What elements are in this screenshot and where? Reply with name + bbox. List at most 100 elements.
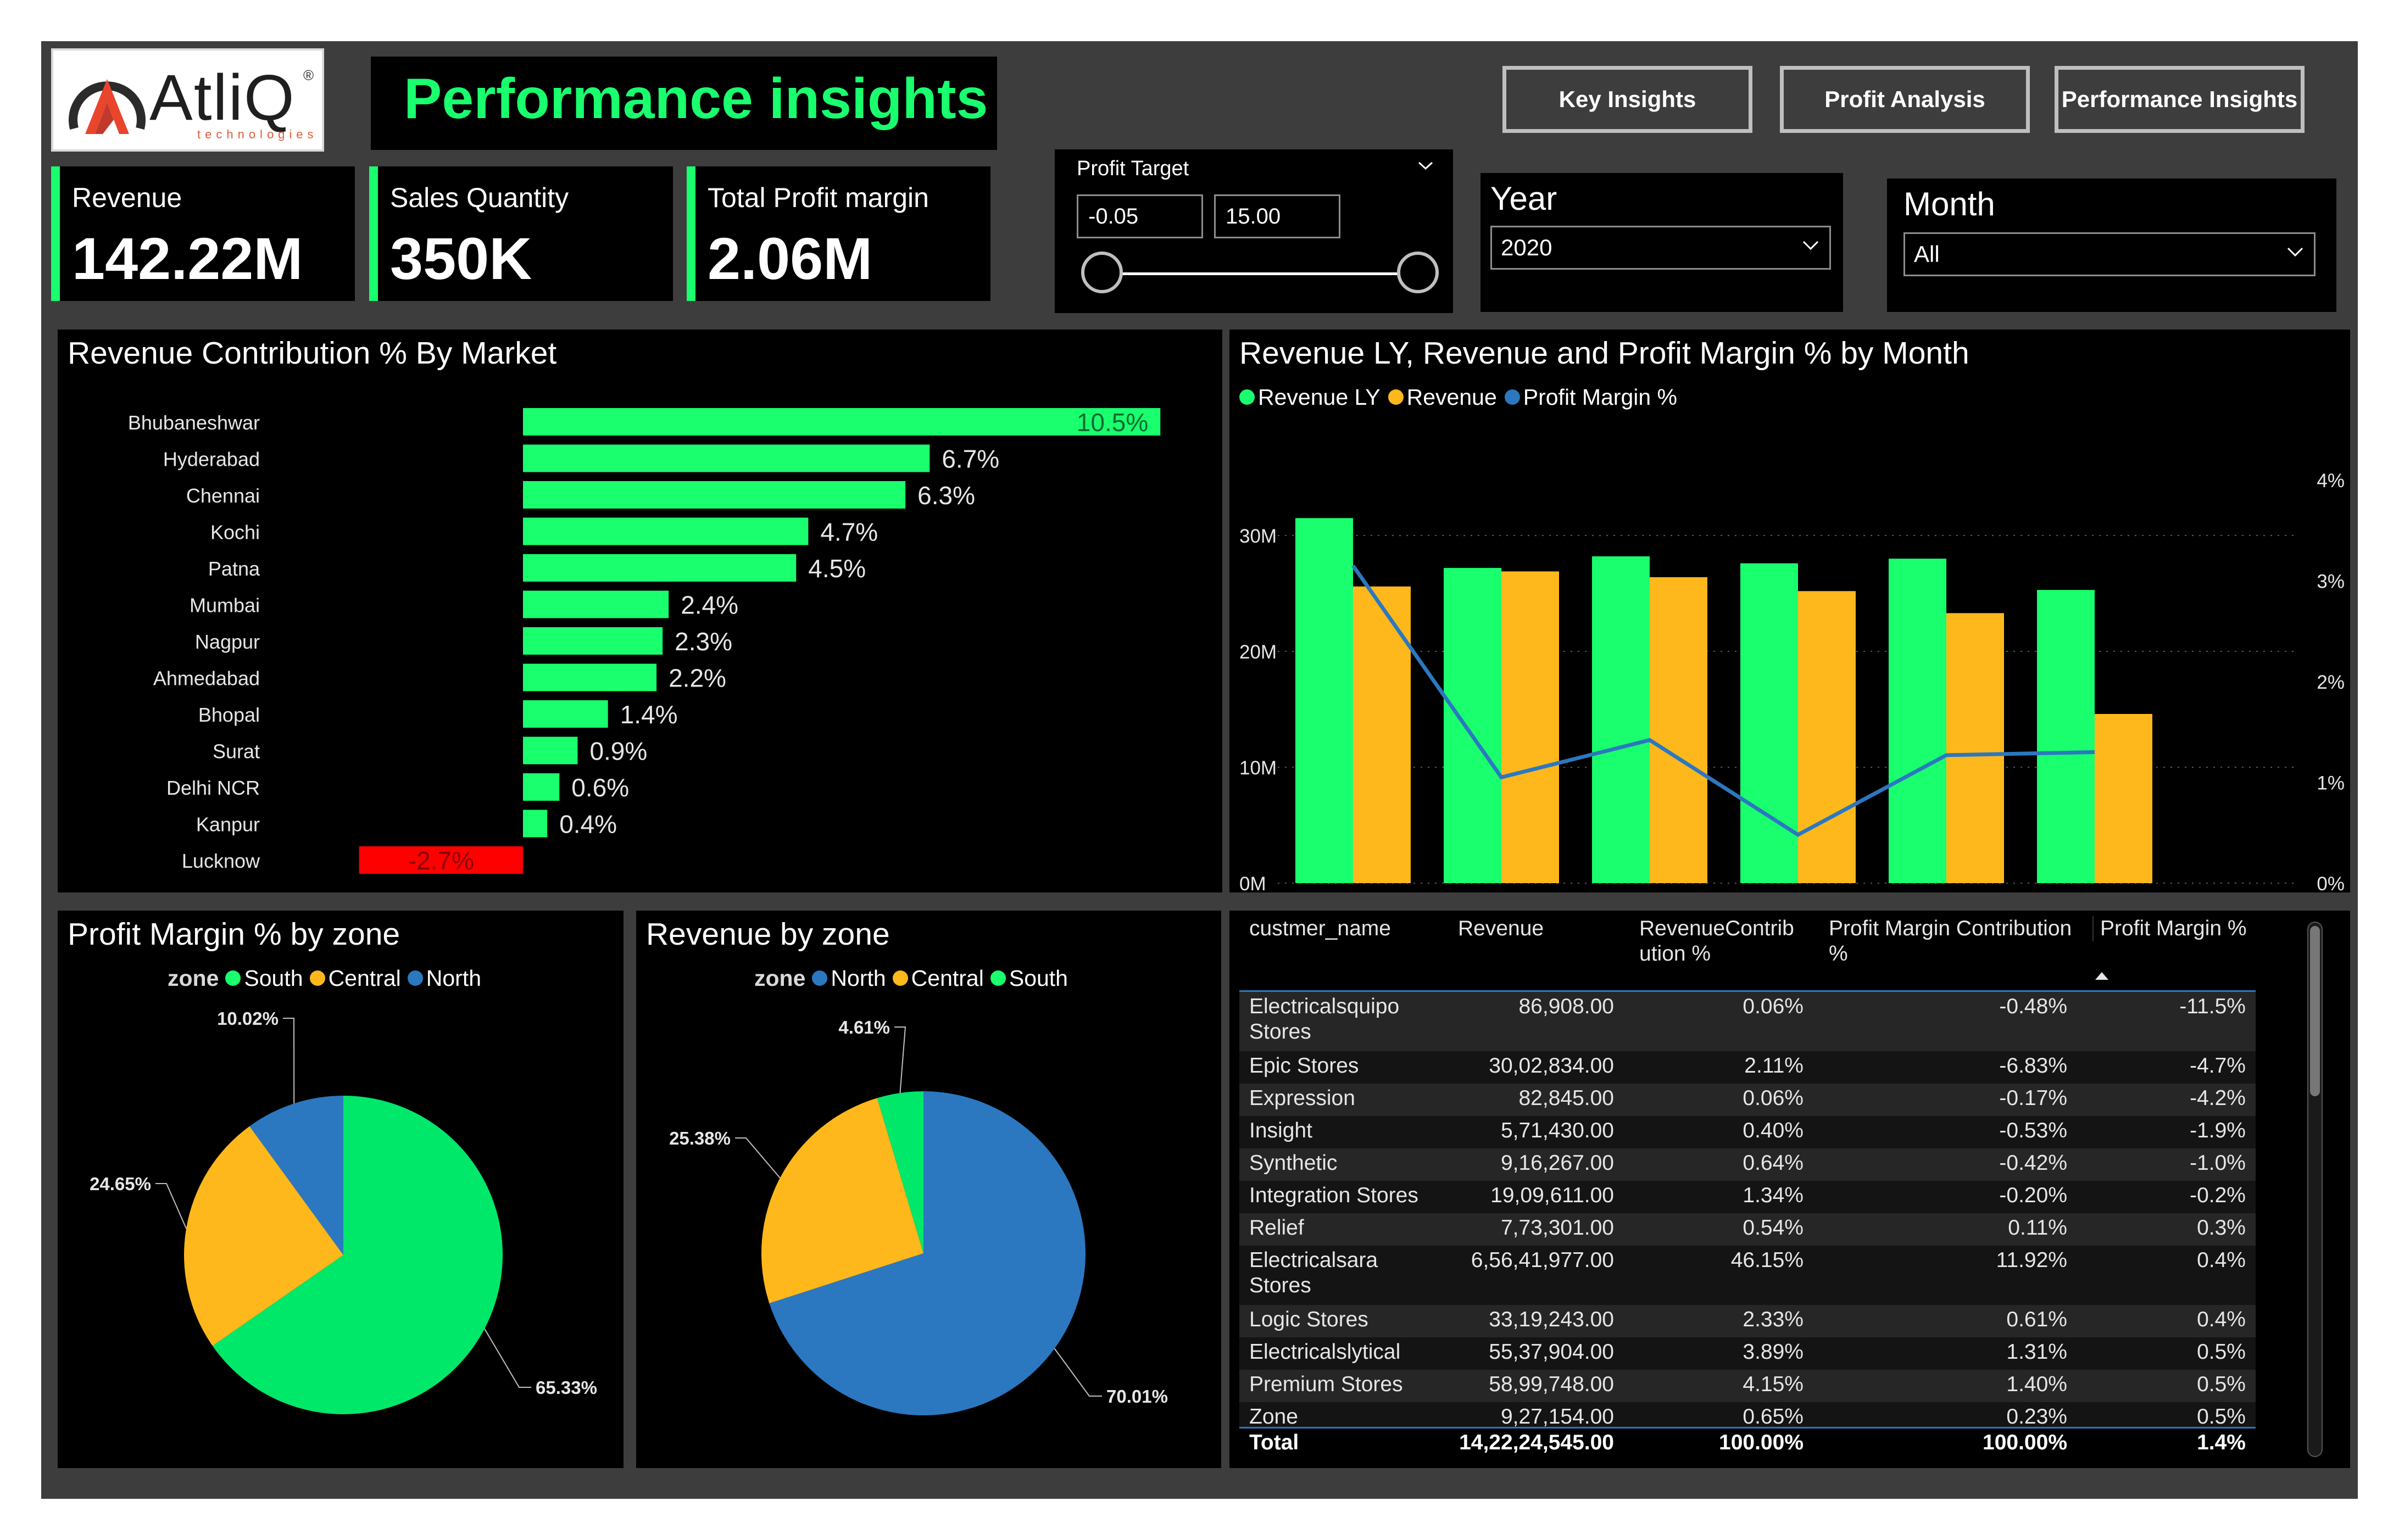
slider-handle-max[interactable] [1397, 252, 1439, 293]
total-cell: 14,22,24,545.00 [1459, 1431, 1614, 1454]
performance-insights-label: Performance Insights [2061, 86, 2298, 112]
table-cell: 0.5% [2197, 1372, 2246, 1396]
y2-tick-label: 1% [2317, 773, 2345, 794]
category-label: Kochi [210, 521, 260, 544]
table-row[interactable]: Epic Stores 30,02,834.00 2.11% -6.83% -4.7% [1239, 1051, 2256, 1084]
table-cell: Synthetic [1249, 1151, 1338, 1175]
table-cell: -1.9% [2190, 1119, 2246, 1142]
table-cell: -0.20% [1999, 1184, 2067, 1207]
data-label: 70.01% [1106, 1386, 1168, 1407]
table-cell: Electricalsara Stores [1249, 1248, 1378, 1297]
leader-line [484, 1328, 531, 1388]
sort-ascending-icon[interactable] [2094, 970, 2110, 981]
table-cell: Zone [1249, 1405, 1298, 1429]
table-cell: -1.0% [2190, 1151, 2246, 1175]
revenue-zone-chart: Revenue by zone zone North Central South… [636, 911, 1221, 1468]
slider-handle-min[interactable] [1081, 252, 1123, 293]
table-cell: 55,37,904.00 [1489, 1340, 1614, 1364]
profit-zone-chart: Profit Margin % by zone zone South Centr… [58, 911, 624, 1468]
table-cell: Expression [1249, 1086, 1355, 1110]
kpi-card-revenue: Revenue 142.22M [51, 166, 355, 301]
total-cell: Total [1249, 1431, 1299, 1454]
table-cell: -11.5% [2179, 995, 2246, 1018]
table-cell: 1.40% [2006, 1372, 2067, 1396]
table-row[interactable]: Electricalsquipo Stores 86,908.00 0.06% -0.… [1239, 992, 2256, 1051]
table-cell: 19,09,611.00 [1490, 1184, 1614, 1207]
bar [523, 481, 906, 509]
table-row[interactable]: Electricalslytical 55,37,904.00 3.89% 1.31%… [1239, 1337, 2256, 1370]
category-label: Kanpur [196, 813, 260, 836]
bar [523, 700, 608, 728]
table-cell: Electricalsquipo Stores [1249, 995, 1400, 1044]
y-tick-label: 10M [1239, 757, 1277, 779]
y-tick-label: 30M [1239, 526, 1277, 547]
table-scrollbar[interactable] [2307, 922, 2323, 1457]
dashboard-canvas: AtliQ ® technologies Performance insight… [41, 41, 2358, 1499]
market-contribution-chart: Revenue Contribution % By Market Bhubane… [58, 330, 1222, 892]
brand-sub: technologies [197, 127, 318, 141]
data-label: 4.5% [808, 554, 866, 583]
month-revenue-chart: Revenue LY, Revenue and Profit Margin % … [1229, 330, 2350, 892]
category-label: Ahmedabad [153, 667, 260, 690]
category-label: Nagpur [195, 630, 260, 653]
sort-triangle [2095, 972, 2108, 980]
table-cell: 9,27,154.00 [1500, 1405, 1614, 1429]
table-cell: 0.23% [2006, 1405, 2067, 1429]
profit-analysis-label: Profit Analysis [1824, 86, 1985, 112]
data-label: 10.02% [217, 1008, 279, 1029]
kpi-accent [687, 166, 695, 301]
year-dropdown[interactable]: 2020 [1490, 226, 1831, 270]
table-cell: 86,908.00 [1518, 995, 1614, 1018]
y-tick-label: 0M [1239, 873, 1266, 892]
customer-table: custmer_name Revenue RevenueContrib ution … [1239, 911, 2261, 1460]
data-label: 25.38% [669, 1128, 731, 1148]
profit-analysis-button[interactable]: Profit Analysis [1780, 66, 2030, 133]
key-insights-button[interactable]: Key Insights [1502, 66, 1752, 133]
kpi-card-sales-quantity: Sales Quantity 350K [369, 166, 673, 301]
y2-tick-label: 0% [2317, 873, 2345, 892]
table-cell: Epic Stores [1249, 1054, 1359, 1078]
category-label: Chennai [186, 484, 260, 507]
chevron-down-icon [1802, 241, 1819, 250]
month-dropdown[interactable]: All [1903, 232, 2315, 276]
page-title: Performance insights [404, 67, 988, 131]
kpi-value: 2.06M [708, 225, 873, 292]
leader-line [155, 1183, 187, 1229]
scrollbar-thumb[interactable] [2310, 926, 2320, 1096]
table-row[interactable]: Logic Stores 33,19,243.00 2.33% 0.61% 0.4% [1239, 1305, 2256, 1337]
table-row[interactable]: Integration Stores 19,09,611.00 1.34% -0.20… [1239, 1181, 2256, 1213]
table-row[interactable]: Premium Stores 58,99,748.00 4.15% 1.40% 0.5% [1239, 1370, 2256, 1402]
key-insights-label: Key Insights [1558, 86, 1696, 112]
market-bar-svg: Bhubaneshwar 10.5% Hyderabad 6.7% Chennai 6.3… [128, 408, 1161, 875]
table-row[interactable]: Electricalsara Stores 6,56,41,977.00 46.15… [1239, 1246, 2256, 1305]
y-tick-label: 20M [1239, 641, 1277, 663]
total-cell: 100.00% [1719, 1431, 1804, 1454]
bar [523, 627, 663, 655]
kpi-label: Sales Quantity [390, 182, 569, 213]
column-header: Profit Margin Contribution % [1829, 917, 2072, 966]
table-cell: 1.34% [1743, 1184, 1804, 1207]
table-cell: 0.54% [1743, 1216, 1804, 1240]
table-row[interactable]: Relief 7,73,301.00 0.54% 0.11% 0.3% [1239, 1213, 2256, 1246]
performance-insights-button[interactable]: Performance Insights [2055, 66, 2305, 133]
year-label: Year [1490, 180, 1557, 217]
category-label: Mumbai [190, 594, 260, 617]
profit-target-min-input[interactable]: -0.05 [1077, 194, 1203, 238]
bar-revenue-ly [1295, 518, 1353, 883]
profit-target-max-value: 15.00 [1226, 204, 1281, 228]
atliq-logo-icon [69, 79, 146, 134]
column-header[interactable]: Profit Margin % [2092, 916, 2261, 941]
kpi-accent [369, 166, 378, 301]
table-cell: -0.2% [2190, 1184, 2246, 1207]
month-slicer: Month All [1887, 178, 2336, 312]
table-cell: 82,845.00 [1518, 1086, 1614, 1110]
month-chart-svg: 0M10M20M30M0%1%2%3%4%JanuaryFebruaryMarc… [1239, 470, 2345, 892]
table-row[interactable]: Synthetic 9,16,267.00 0.64% -0.42% -1.0% [1239, 1148, 2256, 1181]
data-label: 6.3% [917, 481, 975, 510]
profit-target-max-input[interactable]: 15.00 [1214, 194, 1340, 238]
table-row[interactable]: Insight 5,71,430.00 0.40% -0.53% -1.9% [1239, 1116, 2256, 1148]
brand-name: AtliQ [149, 62, 296, 134]
table-cell: 0.4% [2197, 1308, 2246, 1331]
chevron-down-icon[interactable] [1416, 159, 1435, 172]
table-row[interactable]: Expression 82,845.00 0.06% -0.17% -4.2% [1239, 1084, 2256, 1116]
